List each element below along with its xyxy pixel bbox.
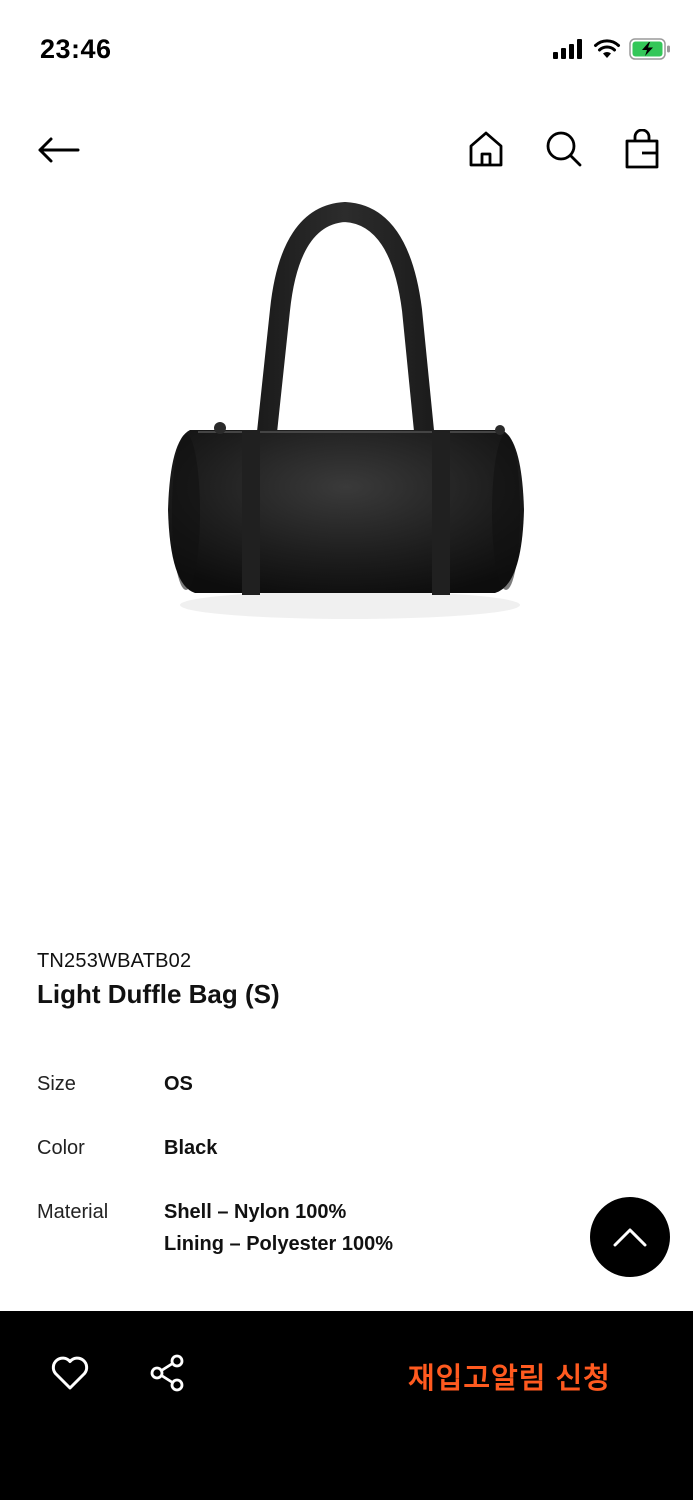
spec-value-line: OS: [164, 1073, 193, 1095]
status-icons: [553, 38, 671, 60]
chevron-up-icon: [613, 1228, 647, 1247]
share-icon: [150, 1354, 184, 1392]
heart-icon: [51, 1356, 89, 1390]
spec-value-line: Lining – Polyester 100%: [164, 1233, 393, 1255]
nav-actions: [467, 128, 661, 170]
home-button[interactable]: [467, 128, 505, 170]
spec-label: Color: [37, 1137, 85, 1159]
search-icon: [546, 131, 582, 167]
product-name: Light Duffle Bag (S): [37, 979, 280, 1009]
status-time: 23:46: [40, 34, 112, 64]
spec-table: Size OS Color Black Material Shell – Nyl…: [37, 1068, 557, 1292]
spec-row-color: Color Black: [37, 1132, 557, 1164]
bottom-action-bar: 재입고알림 신청: [0, 1311, 693, 1500]
signal-icon: [553, 39, 582, 59]
spec-label: Material: [37, 1201, 109, 1223]
spec-value: Shell – Nylon 100% Lining – Polyester 10…: [164, 1196, 393, 1260]
shopping-bag-icon: [625, 129, 659, 169]
battery-charging-icon: [629, 38, 670, 60]
share-button[interactable]: [145, 1351, 189, 1395]
restock-alert-button[interactable]: 재입고알림 신청: [408, 1355, 611, 1397]
spec-value-line: Shell – Nylon 100%: [164, 1201, 347, 1223]
spec-label: Size: [37, 1073, 76, 1095]
search-button[interactable]: [545, 128, 583, 170]
duffle-bag-image: [168, 202, 524, 619]
back-arrow-icon: [38, 137, 80, 163]
cart-button[interactable]: [623, 128, 661, 170]
spec-value: Black: [164, 1132, 217, 1164]
spec-row-size: Size OS: [37, 1068, 557, 1100]
back-button[interactable]: [36, 128, 84, 172]
wifi-icon: [594, 39, 620, 58]
product-code: TN253WBATB02: [37, 950, 192, 972]
scroll-to-top-button[interactable]: [590, 1197, 670, 1277]
product-image[interactable]: [150, 200, 550, 630]
spec-row-material: Material Shell – Nylon 100% Lining – Pol…: [37, 1196, 557, 1260]
product-info: TN253WBATB02 Light Duffle Bag (S): [37, 950, 657, 1010]
home-icon: [469, 131, 503, 167]
spec-value-line: Black: [164, 1137, 218, 1159]
spec-value: OS: [164, 1068, 193, 1100]
wishlist-button[interactable]: [48, 1351, 92, 1395]
status-bar: 23:46: [0, 0, 693, 100]
top-nav: [0, 120, 693, 180]
